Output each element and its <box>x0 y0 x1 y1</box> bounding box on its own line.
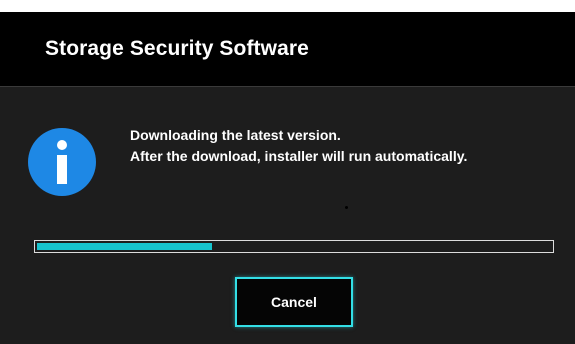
progress-fill <box>37 243 212 250</box>
message-line-2: After the download, installer will run a… <box>130 148 468 164</box>
title-bar: Storage Security Software <box>0 12 575 87</box>
info-icon <box>28 128 96 196</box>
download-progress-bar <box>34 240 554 253</box>
message-line-1: Downloading the latest version. <box>130 127 341 143</box>
artifact-dot <box>345 206 348 209</box>
cancel-button[interactable]: Cancel <box>235 277 353 327</box>
status-message: Downloading the latest version. After th… <box>130 125 467 167</box>
window-title: Storage Security Software <box>45 37 309 60</box>
download-dialog: Storage Security Software Downloading th… <box>0 12 575 344</box>
